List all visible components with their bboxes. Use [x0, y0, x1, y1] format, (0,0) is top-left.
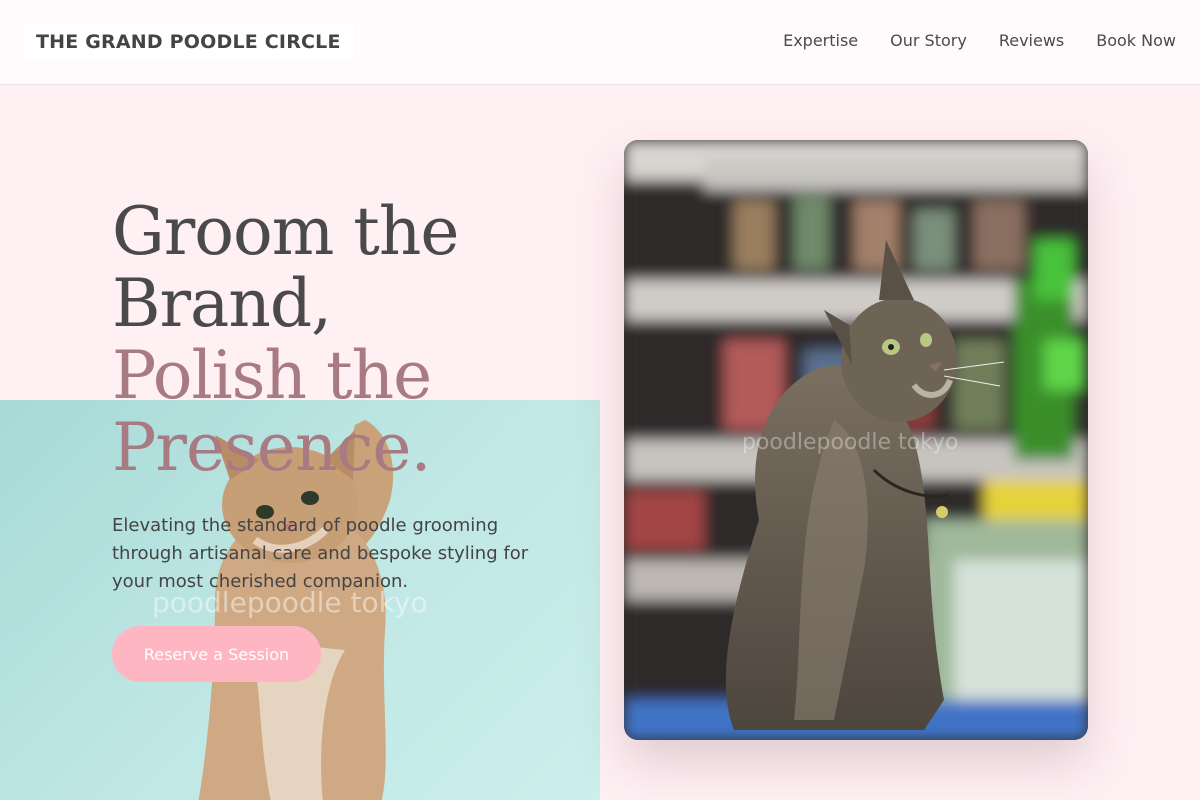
headline-line-1: Groom the	[112, 193, 459, 270]
headline-line-2: Brand,	[112, 265, 332, 342]
headline-accent-line-1: Polish the	[112, 337, 432, 414]
nav-link-book-now[interactable]: Book Now	[1096, 30, 1176, 52]
site-header: THE GRAND POODLE CIRCLE Expertise Our St…	[0, 0, 1200, 85]
nav-link-our-story[interactable]: Our Story	[890, 30, 967, 52]
reserve-session-button[interactable]: Reserve a Session	[112, 626, 321, 682]
main-nav: Expertise Our Story Reviews Book Now	[783, 30, 1176, 52]
right-image-watermark: poodlepoodle tokyo	[742, 430, 959, 455]
hero-section: Groom the Brand, Polish the Presence. El…	[112, 196, 582, 596]
nav-link-reviews[interactable]: Reviews	[999, 30, 1064, 52]
nav-link-expertise[interactable]: Expertise	[783, 30, 858, 52]
hero-description: Elevating the standard of poodle groomin…	[112, 515, 529, 592]
hero-headline: Groom the Brand, Polish the Presence.	[112, 196, 582, 484]
cat-store-photo: poodlepoodle tokyo	[624, 140, 1088, 740]
brand-logo[interactable]: THE GRAND POODLE CIRCLE	[24, 24, 353, 60]
headline-accent-line-2: Presence.	[112, 409, 431, 486]
